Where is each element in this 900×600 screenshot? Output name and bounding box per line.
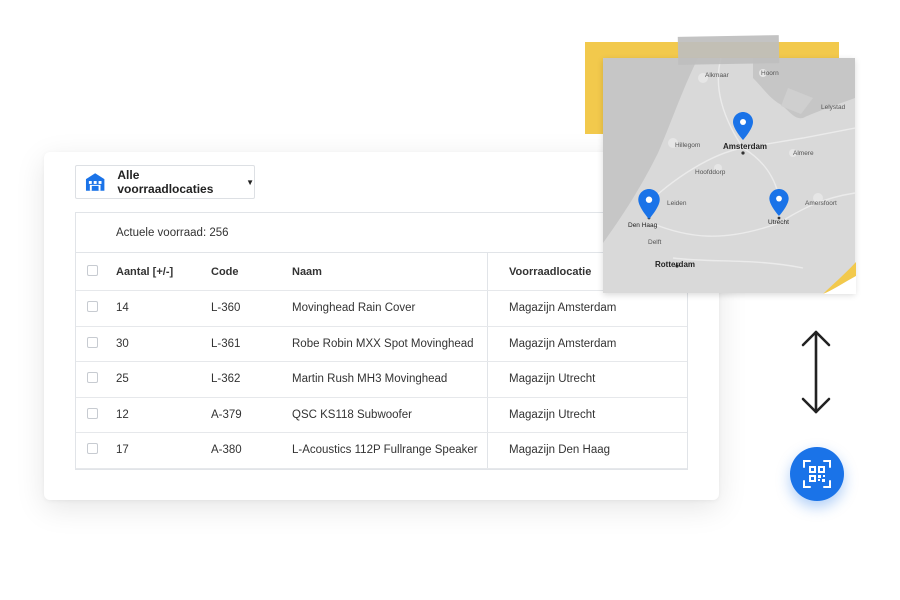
location-filter-dropdown[interactable]: Alle voorraadlocaties ▼: [75, 165, 255, 199]
tape-strip: [677, 35, 780, 65]
map-place-label: Almere: [793, 150, 814, 157]
row-name: Robe Robin MXX Spot Movinghead: [292, 337, 474, 350]
row-location: Magazijn Utrecht: [487, 362, 687, 397]
row-location: Magazijn Amsterdam: [487, 326, 687, 361]
map-background: [603, 58, 855, 293]
map-place-label: Delft: [648, 239, 662, 246]
column-header-code[interactable]: Code: [211, 266, 292, 278]
stock-summary: Actuele voorraad: 256: [76, 213, 687, 253]
table-row[interactable]: 17 A-380 L-Acoustics 112P Fullrange Spea…: [76, 433, 687, 469]
warehouse-icon: [85, 173, 105, 191]
stock-table: Actuele voorraad: 256 Aantal [+/-] Code …: [75, 212, 688, 470]
chevron-down-icon: ▼: [246, 177, 254, 187]
row-location: Magazijn Amsterdam: [487, 291, 687, 326]
qr-code-icon: [803, 460, 831, 488]
row-name: Martin Rush MH3 Movinghead: [292, 373, 448, 386]
row-checkbox[interactable]: [87, 301, 98, 313]
column-header-qty[interactable]: Aantal [+/-]: [116, 266, 211, 278]
map-place-label: Hoorn: [761, 70, 779, 77]
map-place-label: Lelystad: [821, 104, 846, 111]
location-map: Alkmaar Hoorn Lelystad Hillegom Hoofddor…: [603, 58, 855, 293]
row-qty: 17: [116, 444, 129, 457]
double-arrow-icon: [801, 330, 831, 414]
row-qty: 12: [116, 408, 129, 421]
map-place-label: Hoofddorp: [695, 169, 726, 176]
row-code: A-380: [211, 444, 242, 457]
map-city-label: Amsterdam: [723, 142, 768, 151]
row-location: Magazijn Den Haag: [487, 433, 687, 468]
map-pin-icon[interactable]: [733, 112, 753, 140]
row-qty: 30: [116, 337, 129, 350]
table-row[interactable]: 14 L-360 Movinghead Rain Cover Magazijn …: [76, 291, 687, 327]
row-name: QSC KS118 Subwoofer: [292, 408, 412, 421]
table-row[interactable]: 12 A-379 QSC KS118 Subwoofer Magazijn Ut…: [76, 397, 687, 433]
map-place-label: Hillegom: [675, 142, 701, 149]
row-checkbox[interactable]: [87, 336, 98, 348]
row-qty: 14: [116, 302, 129, 315]
row-checkbox[interactable]: [87, 407, 98, 419]
table-header: Aantal [+/-] Code Naam Voorraadlocatie: [76, 253, 687, 291]
row-checkbox[interactable]: [87, 372, 98, 384]
row-code: A-379: [211, 408, 242, 421]
row-checkbox[interactable]: [87, 443, 98, 455]
row-name: Movinghead Rain Cover: [292, 302, 416, 315]
row-qty: 25: [116, 373, 129, 386]
map-city-label: Utrecht: [768, 219, 789, 226]
map-place-label: Amersfoort: [805, 200, 837, 207]
select-all-checkbox[interactable]: [87, 264, 98, 276]
scan-qr-button[interactable]: [790, 447, 844, 501]
row-location: Magazijn Utrecht: [487, 397, 687, 432]
sticky-note-fold: [823, 262, 856, 294]
map-place-label: Alkmaar: [705, 72, 729, 79]
column-header-name[interactable]: Naam: [292, 253, 487, 290]
table-row[interactable]: 30 L-361 Robe Robin MXX Spot Movinghead …: [76, 326, 687, 362]
row-code: L-362: [211, 373, 241, 386]
location-filter-label: Alle voorraadlocaties: [117, 168, 214, 196]
row-code: L-361: [211, 337, 241, 350]
row-code: L-360: [211, 302, 241, 315]
stock-summary-text: Actuele voorraad: 256: [116, 226, 229, 239]
map-place-label: Leiden: [667, 200, 687, 207]
table-row[interactable]: 25 L-362 Martin Rush MH3 Movinghead Maga…: [76, 362, 687, 398]
row-name: L-Acoustics 112P Fullrange Speaker: [292, 444, 478, 457]
map-city-label: Rotterdam: [655, 260, 696, 269]
map-pin-icon[interactable]: [637, 189, 661, 219]
map-city-label: Den Haag: [628, 222, 658, 229]
map-pin-icon[interactable]: [769, 189, 789, 216]
